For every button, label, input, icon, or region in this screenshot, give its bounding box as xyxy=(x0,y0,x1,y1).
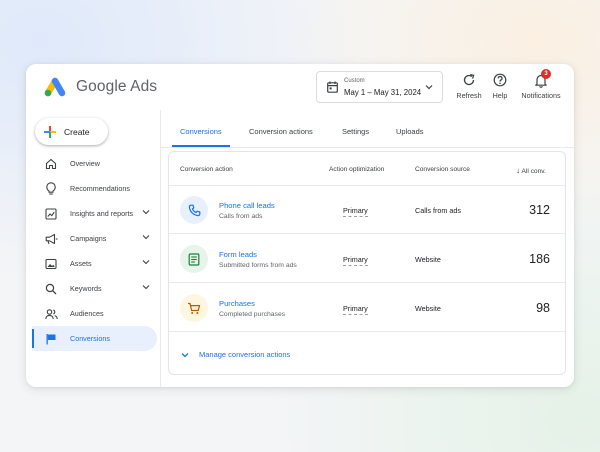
conversion-source-value: Website xyxy=(415,255,441,264)
all-conv-value: 312 xyxy=(529,203,550,217)
sidebar-item-keywords[interactable]: Keywords xyxy=(32,276,157,301)
refresh-icon xyxy=(463,73,475,86)
sort-descending-icon: ↓ xyxy=(516,166,520,175)
table-row[interactable]: Purchases Completed purchases Primary We… xyxy=(169,284,565,332)
chevron-down-icon xyxy=(142,285,150,290)
chevron-down-icon xyxy=(425,85,433,90)
sidebar-item-label: Audiences xyxy=(70,309,104,318)
manage-link-label: Manage conversion actions xyxy=(199,350,291,359)
conversion-action-link[interactable]: Phone call leads xyxy=(219,201,275,210)
tab-bar: Conversions Conversion actions Settings … xyxy=(161,110,574,148)
lightbulb-icon xyxy=(44,182,58,196)
sidebar-item-assets[interactable]: Assets xyxy=(32,251,157,276)
search-icon xyxy=(44,282,58,296)
conversion-action-subtitle: Submitted forms from ads xyxy=(219,262,297,269)
google-ads-logo[interactable]: Google Ads xyxy=(43,76,157,98)
date-range-value: May 1 – May 31, 2024 xyxy=(344,88,422,97)
action-optimization-value[interactable]: Primary xyxy=(343,255,368,266)
help-button[interactable]: Help xyxy=(489,72,511,100)
action-optimization-value[interactable]: Primary xyxy=(343,304,368,315)
column-header-conversion-source[interactable]: Conversion source xyxy=(415,166,470,173)
sidebar-item-audiences[interactable]: Audiences xyxy=(32,301,157,326)
table-row[interactable]: Phone call leads Calls from ads Primary … xyxy=(169,186,565,234)
flag-icon xyxy=(44,332,58,346)
top-bar: Google Ads Custom May 1 – May 31, 2024 R… xyxy=(26,64,574,110)
people-icon xyxy=(44,307,58,321)
sidebar-item-label: Recommendations xyxy=(70,184,130,193)
date-range-picker[interactable]: Custom May 1 – May 31, 2024 xyxy=(316,71,443,103)
sidebar-item-campaigns[interactable]: Campaigns xyxy=(32,226,157,251)
column-header-all-conv[interactable]: ↓ All conv. xyxy=(516,166,546,175)
chart-icon xyxy=(44,207,58,221)
create-label: Create xyxy=(64,126,90,137)
cart-icon xyxy=(180,294,208,322)
app-name: Google Ads xyxy=(76,78,158,95)
conversion-source-value: Calls from ads xyxy=(415,206,461,215)
notification-badge: 3 xyxy=(541,69,551,79)
date-picker-label: Custom xyxy=(344,78,365,84)
sidebar-item-overview[interactable]: Overview xyxy=(32,151,157,176)
home-icon xyxy=(44,157,58,171)
refresh-button[interactable]: Refresh xyxy=(454,72,484,100)
refresh-label: Refresh xyxy=(456,91,482,100)
sidebar-item-insights-and-reports[interactable]: Insights and reports xyxy=(32,201,157,226)
notifications-button[interactable]: 3 Notifications xyxy=(517,69,565,100)
sidebar-item-label: Assets xyxy=(70,259,92,268)
column-header-conversion-action[interactable]: Conversion action xyxy=(180,166,233,173)
all-conv-value: 186 xyxy=(529,252,550,266)
sidebar-item-label: Conversions xyxy=(70,334,110,343)
column-header-action-optimization[interactable]: Action optimization xyxy=(329,166,384,173)
conversions-table: Conversion action Action optimization Co… xyxy=(168,151,566,375)
sidebar-item-label: Campaigns xyxy=(70,234,107,243)
image-icon xyxy=(44,257,58,271)
plus-icon xyxy=(44,125,56,138)
sidebar-item-label: Overview xyxy=(70,159,100,168)
form-icon xyxy=(180,245,208,273)
google-ads-logo-icon xyxy=(44,77,66,97)
table-row[interactable]: Form leads Submitted forms from ads Prim… xyxy=(169,235,565,283)
tab-conversion-actions[interactable]: Conversion actions xyxy=(249,127,313,136)
sidebar-item-label: Keywords xyxy=(70,284,102,293)
create-button[interactable]: Create xyxy=(35,118,108,145)
sidebar-item-recommendations[interactable]: Recommendations xyxy=(32,176,157,201)
help-icon xyxy=(493,73,507,87)
chevron-down-icon xyxy=(142,235,150,240)
chevron-down-icon xyxy=(142,260,150,265)
megaphone-icon xyxy=(44,232,58,246)
conversion-source-value: Website xyxy=(415,304,441,313)
chevron-down-icon xyxy=(142,210,150,215)
sidebar-item-conversions[interactable]: Conversions xyxy=(32,326,157,351)
sidebar-item-label: Insights and reports xyxy=(70,209,134,218)
conversion-action-subtitle: Completed purchases xyxy=(219,311,286,318)
tab-uploads[interactable]: Uploads xyxy=(396,127,424,136)
tab-settings[interactable]: Settings xyxy=(342,127,369,136)
help-label: Help xyxy=(492,91,508,100)
action-optimization-value[interactable]: Primary xyxy=(343,206,368,217)
conversion-action-link[interactable]: Form leads xyxy=(219,250,257,259)
conversion-action-link[interactable]: Purchases xyxy=(219,299,255,308)
column-header-label: All conv. xyxy=(521,168,546,175)
tab-conversions[interactable]: Conversions xyxy=(180,127,222,136)
chevron-down-icon xyxy=(181,352,189,357)
calendar-icon xyxy=(327,81,338,93)
notifications-label: Notifications xyxy=(521,91,561,100)
sidebar: Create Overview Recommendations Insights… xyxy=(26,110,161,387)
conversion-action-subtitle: Calls from ads xyxy=(219,213,263,220)
sidebar-nav: Overview Recommendations Insights and re… xyxy=(32,151,157,351)
manage-conversion-actions-link[interactable]: Manage conversion actions xyxy=(181,350,290,359)
active-tab-indicator xyxy=(172,145,230,147)
all-conv-value: 98 xyxy=(536,301,550,315)
phone-icon xyxy=(180,196,208,224)
